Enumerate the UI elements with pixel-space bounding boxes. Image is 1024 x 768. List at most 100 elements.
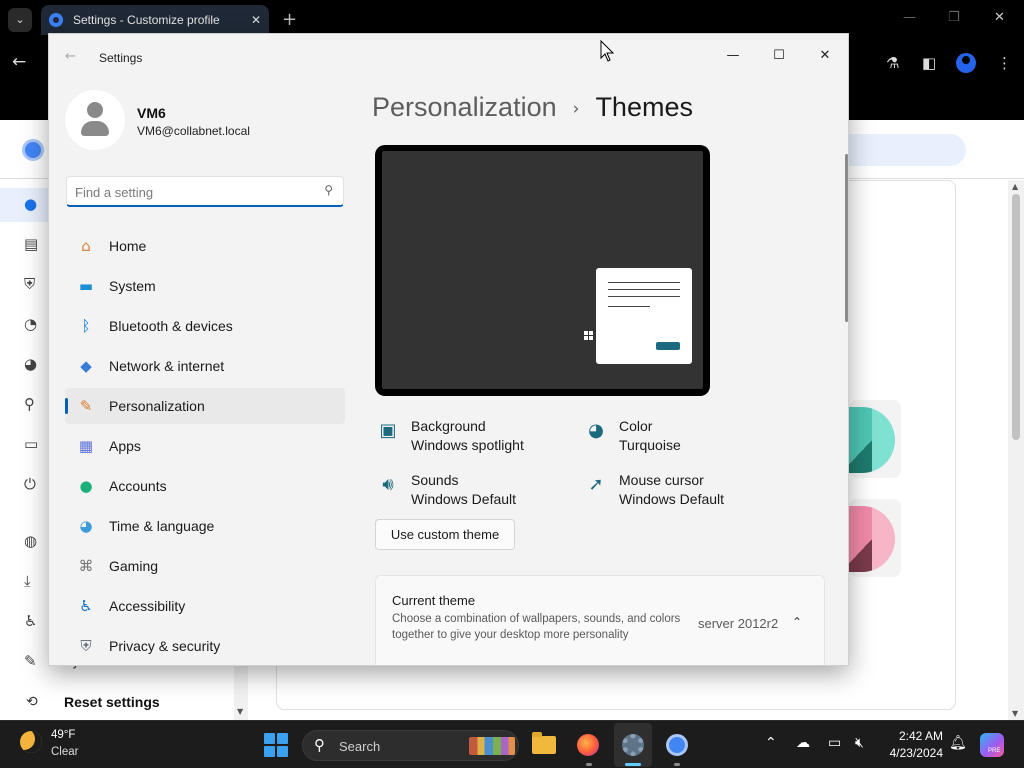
accessibility-icon: ♿: [79, 597, 93, 615]
labs-flask-icon[interactable]: ⚗: [886, 54, 899, 72]
chevron-up-icon[interactable]: ⌃: [792, 615, 802, 629]
search-engine-icon[interactable]: ⚲: [24, 395, 35, 413]
rail-item-reset-settings[interactable]: Reset settings: [64, 694, 160, 710]
copilot-icon[interactable]: [980, 733, 1004, 757]
sounds-value: Windows Default: [411, 491, 517, 507]
default-browser-icon[interactable]: ▭: [24, 435, 38, 453]
sounds-option[interactable]: 🔊︎ Sounds Windows Default: [375, 471, 516, 509]
current-theme-card[interactable]: Current theme Choose a combination of wa…: [375, 575, 825, 665]
mouse-cursor-option[interactable]: ➚ Mouse cursor Windows Default: [583, 471, 724, 509]
accessibility-rail-icon[interactable]: ♿: [24, 612, 37, 630]
autofill-icon[interactable]: ▤: [24, 235, 38, 253]
nav-item-gaming[interactable]: ⌘ Gaming: [65, 548, 345, 584]
background-value: Windows spotlight: [411, 437, 524, 453]
settings-search-bar[interactable]: [848, 134, 966, 166]
current-theme-title: Current theme: [392, 593, 476, 608]
close-button[interactable]: ✕: [802, 42, 848, 70]
taskbar-search[interactable]: ⚲ Search: [302, 730, 519, 761]
network-icon: ◆: [80, 357, 92, 375]
person-icon[interactable]: ●: [24, 195, 37, 213]
browser-minimize-icon[interactable]: —: [903, 10, 916, 25]
nav-item-label: Accessibility: [109, 598, 186, 614]
nav-item-system[interactable]: ▬ System: [65, 268, 345, 304]
user-email: VM6@collabnet.local: [137, 124, 250, 138]
languages-globe-icon[interactable]: ◍: [24, 532, 37, 550]
downloads-icon[interactable]: ⤓: [24, 572, 31, 590]
sounds-title: Sounds: [411, 472, 459, 488]
globe-clock-icon: ◕: [79, 517, 93, 535]
notification-bell-icon[interactable]: 🔔︎: [949, 735, 967, 751]
nav-item-time-language[interactable]: ◕ Time & language: [65, 508, 345, 544]
chevron-up-tray-icon[interactable]: ⌃: [765, 735, 777, 751]
user-name: VM6: [137, 105, 166, 121]
nav-item-accessibility[interactable]: ♿ Accessibility: [65, 588, 345, 624]
color-title: Color: [619, 418, 653, 434]
weather-condition[interactable]: Clear: [51, 746, 78, 758]
moon-weather-icon[interactable]: [20, 731, 42, 753]
nav-item-accounts[interactable]: ● Accounts: [65, 468, 345, 504]
tab-search-chevron-icon[interactable]: ⌄: [8, 8, 32, 32]
nav-item-label: Apps: [109, 438, 141, 454]
cloud-offline-icon[interactable]: ☁: [796, 735, 810, 751]
browser-close-icon[interactable]: ✕: [994, 10, 1005, 25]
taskbar: 49°F Clear ⚲ Search ⌃ ☁ ▭ 🔇︎ 2:42 AM 4/2…: [0, 720, 1024, 768]
picture-icon: ▣: [379, 419, 397, 441]
bluetooth-icon: ᛒ: [81, 317, 91, 335]
file-explorer-icon[interactable]: [528, 729, 560, 761]
new-tab-button[interactable]: +: [282, 9, 297, 30]
nav-item-privacy[interactable]: ⛨ Privacy & security: [65, 628, 345, 664]
browser-back-icon[interactable]: ←: [12, 52, 26, 72]
nav-item-network[interactable]: ◆ Network & internet: [65, 348, 345, 384]
maximize-button[interactable]: ☐: [756, 42, 802, 70]
home-icon: ⌂: [81, 237, 91, 255]
chrome-logo-icon: [22, 139, 44, 161]
browser-profile-avatar[interactable]: [956, 53, 976, 73]
firefox-icon[interactable]: [572, 729, 604, 761]
weather-temp[interactable]: 49°F: [51, 729, 75, 741]
side-panel-icon[interactable]: ◧: [922, 54, 936, 72]
on-startup-icon[interactable]: ⏻: [24, 475, 36, 493]
browser-menu-icon[interactable]: ⋮: [997, 54, 1012, 72]
privacy-shield-icon[interactable]: ⛨: [24, 275, 35, 293]
browser-maximize-icon[interactable]: ❐: [948, 10, 960, 25]
settings-gear-icon[interactable]: [617, 729, 649, 761]
nav-item-bluetooth[interactable]: ᛒ Bluetooth & devices: [65, 308, 345, 344]
background-option[interactable]: ▣ Background Windows spotlight: [375, 417, 524, 455]
brush-icon: ✎: [79, 397, 93, 415]
display-icon[interactable]: ▭: [828, 735, 841, 751]
nav-item-label: Home: [109, 238, 147, 254]
settings-active-indicator: [625, 763, 641, 766]
minimize-button[interactable]: —: [710, 42, 756, 70]
nav-item-apps[interactable]: ▦ Apps: [65, 428, 345, 464]
volume-muted-icon[interactable]: 🔇︎: [855, 735, 864, 751]
settings-scrollbar[interactable]: [845, 154, 848, 322]
page-scrollbar[interactable]: ▲ ▼: [1008, 180, 1024, 720]
nav-item-label: System: [109, 278, 156, 294]
settings-favicon: [49, 13, 63, 27]
start-windows-icon[interactable]: [264, 733, 288, 757]
tab-close-icon[interactable]: ✕: [251, 13, 261, 27]
use-custom-theme-button[interactable]: Use custom theme: [375, 519, 515, 550]
performance-icon[interactable]: ◔: [24, 315, 37, 333]
find-setting-box[interactable]: ⚲: [66, 176, 344, 207]
speaker-icon: 🔊︎: [382, 473, 394, 495]
appearance-palette-icon[interactable]: ◕: [24, 355, 37, 373]
nav-item-personalization[interactable]: ✎ Personalization: [65, 388, 345, 424]
user-avatar[interactable]: [65, 90, 125, 150]
browser-tab-settings[interactable]: Settings - Customize profile ✕: [41, 5, 269, 35]
clock-date[interactable]: 4/23/2024: [880, 746, 943, 760]
breadcrumb-parent[interactable]: Personalization: [372, 92, 557, 122]
firefox-running-indicator: [586, 763, 592, 766]
nav-item-label: Privacy & security: [109, 638, 221, 654]
back-arrow-icon[interactable]: ←: [65, 49, 76, 64]
nav-item-home[interactable]: ⌂ Home: [65, 228, 345, 264]
chrome-icon[interactable]: [661, 729, 693, 761]
find-setting-input[interactable]: [75, 182, 311, 202]
mouse-pointer-icon: ➚: [588, 473, 604, 495]
system-wrench-icon[interactable]: ✎: [24, 652, 37, 670]
chrome-settings-rail: ● ▤ ⛨ ◔ ◕ ⚲ ▭ ⏻ ◍ ⤓ ♿ ✎: [0, 180, 48, 720]
nav-item-label: Time & language: [109, 518, 215, 534]
clock-time[interactable]: 2:42 AM: [897, 729, 943, 743]
color-option[interactable]: ◕ Color Turquoise: [583, 417, 681, 455]
search-icon: ⚲: [314, 736, 325, 754]
